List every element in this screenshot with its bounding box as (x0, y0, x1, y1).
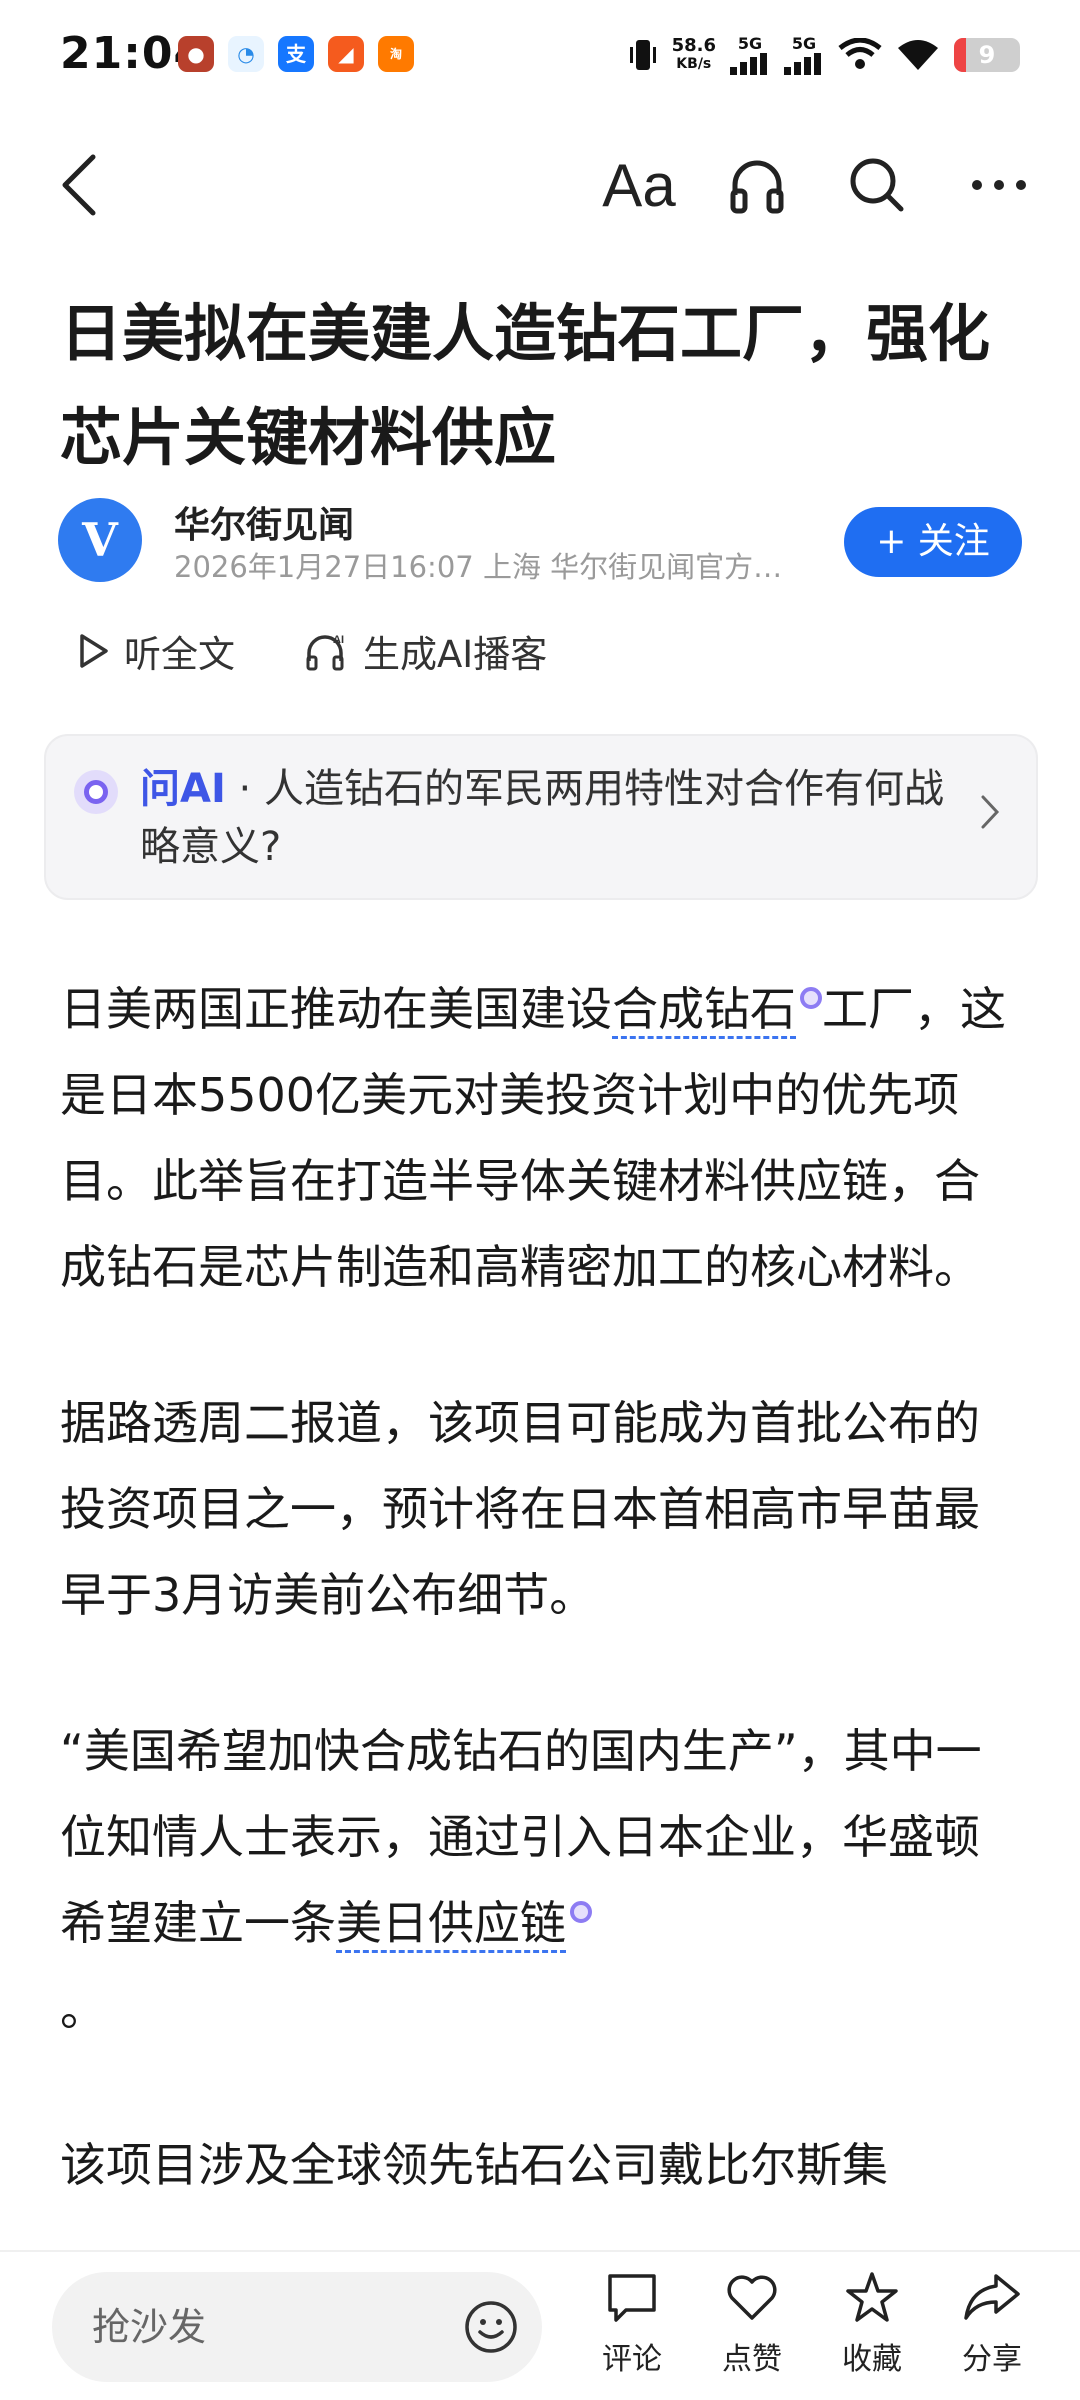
article-toolbar: Aa (0, 130, 1080, 240)
paragraph: “美国希望加快合成钻石的国内生产”，其中一位知情人士表示，通过引入日本企业，华盛… (60, 1724, 982, 2036)
search-button[interactable] (822, 130, 932, 240)
comment-input[interactable]: 抢沙发 (52, 2272, 542, 2382)
battery-indicator: 9 (954, 37, 1020, 72)
ask-ai-text: 问AI · 人造钻石的军民两用特性对合作有何战略意义? (140, 760, 970, 876)
hotspot-icon (838, 37, 882, 69)
listen-button[interactable] (702, 130, 812, 240)
star-icon (846, 2272, 898, 2322)
share-label: 分享 (962, 2342, 1022, 2377)
play-icon (80, 634, 108, 668)
like-button[interactable]: 点赞 (704, 2270, 800, 2378)
network-type-1: 5G (737, 34, 763, 53)
ai-headphones-icon: AI (306, 634, 344, 671)
ask-ai-card[interactable]: 问AI · 人造钻石的军民两用特性对合作有何战略意义? (44, 734, 1038, 900)
bottom-action-bar: 抢沙发 评论 点赞 收藏 分享 (0, 2250, 1080, 2400)
network-speed: 58.6 KB/s (671, 34, 716, 72)
share-button[interactable]: 分享 (944, 2270, 1040, 2378)
paragraph: 日美两国正推动在美国建设合成钻石 工厂，这是日本5500亿美元对美投资计划中的优先… (60, 982, 1006, 1294)
game-app-icon: ● (178, 36, 214, 72)
comment-label: 评论 (602, 2342, 662, 2377)
ai-term-icon[interactable] (800, 986, 822, 1009)
ask-ai-question: · 人造钻石的军民两用特性对合作有何战略意义? (140, 766, 944, 870)
chevron-right-icon (981, 795, 1000, 829)
heart-icon (727, 2275, 777, 2320)
like-label: 点赞 (722, 2342, 782, 2377)
back-button[interactable] (24, 130, 134, 240)
paragraph: 据路透周二报道，该项目可能成为首批公布的投资项目之一，预计将在日本首相高市早苗最… (60, 1396, 980, 1622)
font-size-icon: Aa (602, 151, 676, 219)
term-link-supply-chain[interactable]: 美日供应链 (336, 1896, 566, 1953)
status-bar: 21:04 ● ◔ 支 ◢ 淘 58.6 KB/s 5G 5G 9 (0, 0, 1080, 110)
ask-ai-label: 问AI (140, 766, 226, 812)
headphones-icon (730, 160, 784, 214)
more-dots-icon (972, 180, 1026, 190)
comment-button[interactable]: 评论 (584, 2270, 680, 2378)
author-avatar[interactable]: V (58, 498, 142, 582)
paragraph: 该项目涉及全球领先钻石公司戴比尔斯集 (60, 2138, 888, 2192)
author-row: V 华尔街见闻 2026年1月27日16:07 上海 华尔街见闻官方… + 关注 (58, 496, 1022, 584)
listen-full-label: 听全文 (124, 633, 235, 676)
author-name[interactable]: 华尔街见闻 (174, 496, 354, 548)
article-body: 日美两国正推动在美国建设合成钻石 工厂，这是日本5500亿美元对美投资计划中的优先… (60, 966, 1022, 2278)
follow-button[interactable]: + 关注 (844, 507, 1022, 577)
comment-placeholder: 抢沙发 (92, 2305, 207, 2349)
qq-browser-icon: ◔ (228, 36, 264, 72)
share-icon (964, 2274, 1020, 2320)
generate-podcast-label: 生成AI播客 (363, 633, 548, 676)
network-type-2: 5G (791, 34, 817, 53)
font-size-button[interactable]: Aa (584, 130, 694, 240)
signal-icon (730, 53, 767, 75)
alipay-icon: 支 (278, 36, 314, 72)
message-app-icon: ◢ (328, 36, 364, 72)
term-link-synthetic-diamond[interactable]: 合成钻石 (612, 982, 796, 1039)
comment-icon (608, 2274, 656, 2322)
search-icon (850, 158, 904, 212)
listen-full-button[interactable]: 听全文 (78, 624, 235, 678)
ai-orb-icon (74, 770, 118, 814)
notification-icons: ● ◔ 支 ◢ 淘 (178, 36, 414, 72)
back-arrow-icon (62, 154, 96, 216)
taobao-icon: 淘 (378, 36, 414, 72)
audio-actions: 听全文 AI 生成AI播客 (78, 620, 617, 682)
ai-term-icon[interactable] (570, 1900, 592, 1923)
favorite-button[interactable]: 收藏 (824, 2270, 920, 2378)
emoji-icon[interactable] (462, 2298, 520, 2356)
wifi-icon (898, 39, 938, 70)
generate-podcast-button[interactable]: AI 生成AI播客 (305, 624, 547, 678)
svg-text:AI: AI (333, 634, 344, 646)
signal-icon-2 (784, 53, 821, 75)
favorite-label: 收藏 (842, 2342, 902, 2377)
vibrate-icon (629, 39, 656, 70)
article-title: 日美拟在美建人造钻石工厂，强化芯片关键材料供应 (60, 297, 991, 474)
article-meta: 2026年1月27日16:07 上海 华尔街见闻官方… (174, 550, 783, 584)
more-button[interactable] (944, 130, 1054, 240)
